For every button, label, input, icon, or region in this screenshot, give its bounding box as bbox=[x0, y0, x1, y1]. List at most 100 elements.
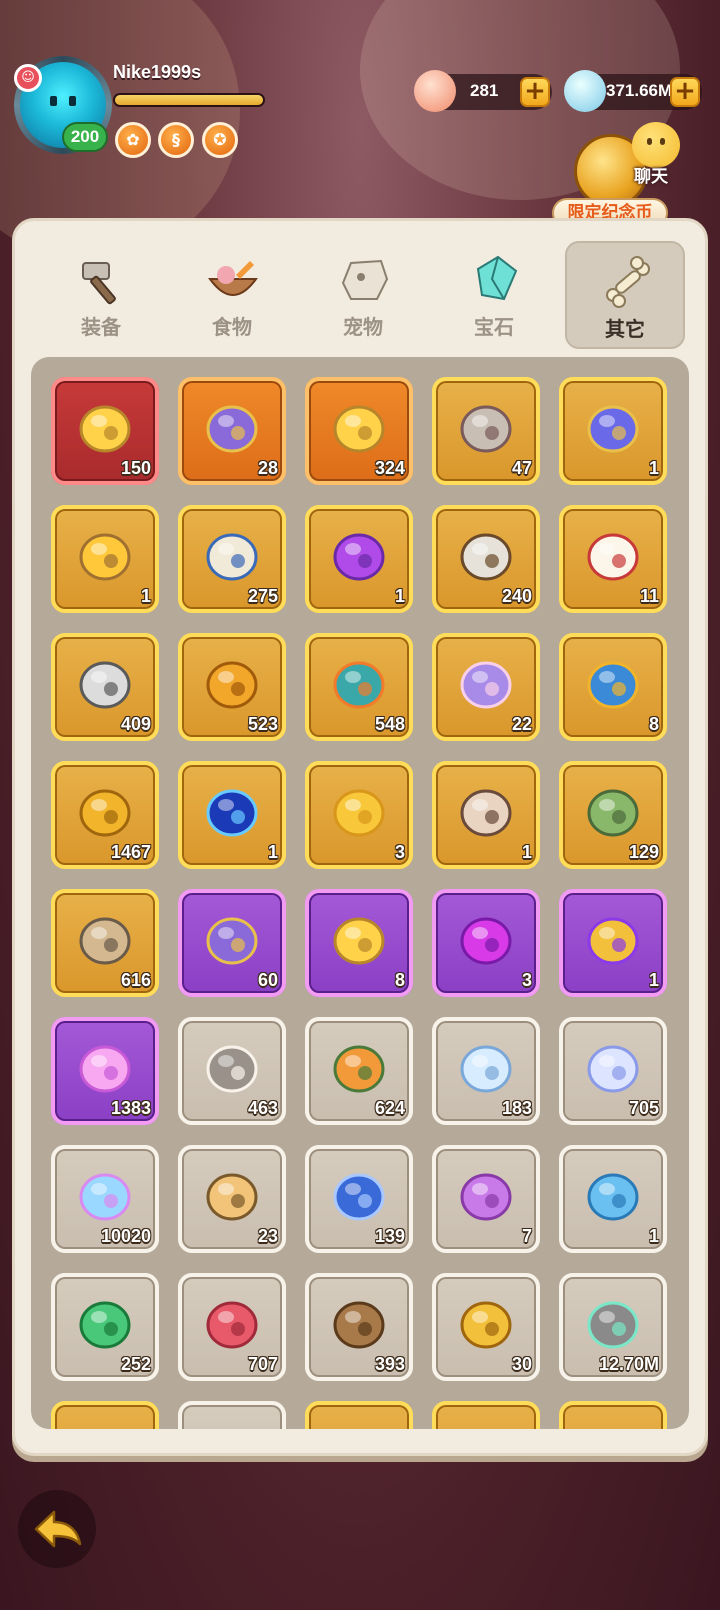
item-slot[interactable]: 12.70M bbox=[559, 1273, 667, 1381]
item-slot[interactable] bbox=[559, 1401, 667, 1429]
item-count: 240 bbox=[501, 586, 532, 606]
item-slot[interactable]: 139 bbox=[305, 1145, 413, 1253]
brown-ticket-icon bbox=[327, 1289, 391, 1353]
item-slot[interactable]: 150 bbox=[51, 377, 159, 485]
item-icon bbox=[454, 1417, 518, 1429]
item-slot[interactable]: 22 bbox=[432, 633, 540, 741]
item-slot[interactable]: 28 bbox=[178, 377, 286, 485]
item-count: 12.70M bbox=[598, 1354, 659, 1374]
item-slot[interactable] bbox=[432, 1401, 540, 1429]
item-slot[interactable]: 705 bbox=[559, 1017, 667, 1125]
item-slot[interactable]: 3 bbox=[305, 761, 413, 869]
tab-0[interactable]: 装备 bbox=[41, 241, 161, 349]
buff-spiral-icon[interactable]: § bbox=[158, 122, 194, 158]
crystal-value: 371.66M bbox=[606, 81, 673, 100]
item-slot[interactable] bbox=[51, 1401, 159, 1429]
item-slot[interactable]: 1 bbox=[178, 761, 286, 869]
moon-shard-icon bbox=[454, 1033, 518, 1097]
back-arrow-icon bbox=[34, 1510, 82, 1548]
gem-icon bbox=[468, 253, 522, 307]
item-icon bbox=[73, 1417, 137, 1429]
item-slot[interactable]: 1 bbox=[559, 377, 667, 485]
item-slot[interactable]: 1383 bbox=[51, 1017, 159, 1125]
item-slot[interactable]: 275 bbox=[178, 505, 286, 613]
item-slot[interactable]: 23 bbox=[178, 1145, 286, 1253]
item-slot[interactable]: 624 bbox=[305, 1017, 413, 1125]
item-slot[interactable]: 7 bbox=[432, 1145, 540, 1253]
blue-rune-stone-icon bbox=[327, 1161, 391, 1225]
item-icon bbox=[581, 1417, 645, 1429]
item-grid[interactable]: 150 28 324 47 1 1 275 1 240 11 409 523 548 22 8 1467 1 3 1… bbox=[31, 357, 689, 1429]
item-slot[interactable]: 1 bbox=[305, 505, 413, 613]
pickaxe-icon bbox=[454, 521, 518, 585]
tab-2[interactable]: 宠物 bbox=[303, 241, 423, 349]
stone-statue-icon bbox=[73, 905, 137, 969]
back-button[interactable] bbox=[18, 1490, 96, 1568]
item-slot[interactable]: 11 bbox=[559, 505, 667, 613]
item-slot[interactable]: 183 bbox=[432, 1017, 540, 1125]
tab-4[interactable]: 其它 bbox=[565, 241, 685, 349]
item-icon bbox=[327, 1417, 391, 1429]
item-slot[interactable] bbox=[178, 1401, 286, 1429]
item-slot[interactable]: 707 bbox=[178, 1273, 286, 1381]
pink-crystal-icon bbox=[73, 1033, 137, 1097]
item-count: 129 bbox=[628, 842, 659, 862]
tab-3[interactable]: 宝石 bbox=[434, 241, 554, 349]
gold-egg-icon bbox=[327, 777, 391, 841]
add-crystal-button[interactable]: + bbox=[670, 77, 700, 107]
item-slot[interactable]: 1 bbox=[51, 505, 159, 613]
notification-badge: ☺ bbox=[14, 64, 42, 92]
item-slot[interactable]: 616 bbox=[51, 889, 159, 997]
item-slot[interactable]: 1467 bbox=[51, 761, 159, 869]
purple-monster-bag-icon bbox=[327, 521, 391, 585]
item-slot[interactable]: 8 bbox=[305, 889, 413, 997]
item-slot[interactable]: 523 bbox=[178, 633, 286, 741]
red-ticket-icon bbox=[200, 1289, 264, 1353]
food-bowl-icon bbox=[206, 253, 260, 307]
add-shell-coin-button[interactable]: + bbox=[520, 77, 550, 107]
item-slot[interactable]: 393 bbox=[305, 1273, 413, 1381]
tab-label: 装备 bbox=[81, 315, 121, 339]
item-count: 1 bbox=[648, 1226, 659, 1246]
shell-coin-value: 281 bbox=[470, 81, 499, 100]
item-slot[interactable]: 1 bbox=[559, 889, 667, 997]
item-slot[interactable]: 409 bbox=[51, 633, 159, 741]
item-slot[interactable]: 8 bbox=[559, 633, 667, 741]
item-count: 624 bbox=[374, 1098, 405, 1118]
item-slot[interactable]: 129 bbox=[559, 761, 667, 869]
item-count: 616 bbox=[120, 970, 151, 990]
item-slot[interactable]: 60 bbox=[178, 889, 286, 997]
item-count: 8 bbox=[648, 714, 659, 734]
item-slot[interactable]: 3 bbox=[432, 889, 540, 997]
item-count: 1 bbox=[140, 586, 151, 606]
item-slot[interactable]: 47 bbox=[432, 377, 540, 485]
buff-shield-icon[interactable]: ✪ bbox=[202, 122, 238, 158]
item-slot[interactable]: 324 bbox=[305, 377, 413, 485]
item-slot[interactable]: 30 bbox=[432, 1273, 540, 1381]
star-shard-icon bbox=[581, 1033, 645, 1097]
gem-bag-icon bbox=[581, 649, 645, 713]
item-slot[interactable]: 1 bbox=[559, 1145, 667, 1253]
rainbow-crystal-icon bbox=[73, 1161, 137, 1225]
item-slot[interactable]: 252 bbox=[51, 1273, 159, 1381]
buff-pet-icon[interactable]: ✿ bbox=[115, 122, 151, 158]
item-count: 22 bbox=[511, 714, 532, 734]
green-ticket-icon bbox=[73, 1289, 137, 1353]
purple-orb-chest-icon bbox=[200, 905, 264, 969]
item-count: 548 bbox=[374, 714, 405, 734]
item-slot[interactable]: 240 bbox=[432, 505, 540, 613]
inventory-panel: 装备 食物 宠物 宝石 其它 150 28 324 47 1 1 275 1 240 11 409 523 54… bbox=[12, 218, 708, 1456]
chat-button[interactable]: 聊天 bbox=[612, 122, 690, 187]
item-slot[interactable]: 548 bbox=[305, 633, 413, 741]
item-slot[interactable] bbox=[305, 1401, 413, 1429]
item-slot[interactable]: 10020 bbox=[51, 1145, 159, 1253]
stone-tablet-icon bbox=[200, 1033, 264, 1097]
item-count: 7 bbox=[521, 1226, 532, 1246]
item-slot[interactable]: 1 bbox=[432, 761, 540, 869]
tab-1[interactable]: 食物 bbox=[172, 241, 292, 349]
item-slot[interactable]: 463 bbox=[178, 1017, 286, 1125]
gold-pet-chest-icon bbox=[327, 393, 391, 457]
horn-scroll-icon bbox=[200, 521, 264, 585]
dice-icon bbox=[581, 521, 645, 585]
item-count: 1467 bbox=[110, 842, 151, 862]
